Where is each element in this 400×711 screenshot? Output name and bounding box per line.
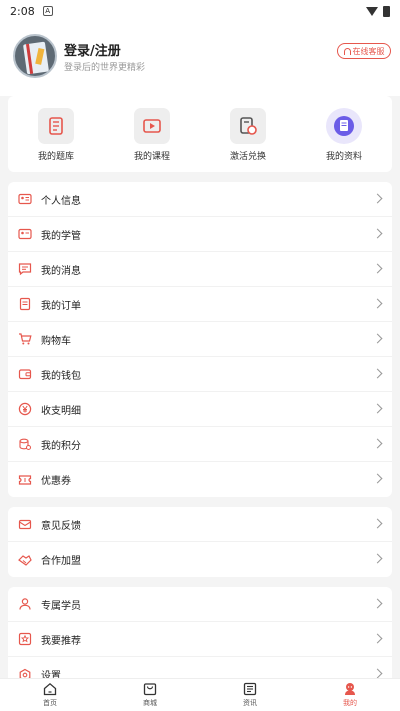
id-card-icon (18, 192, 32, 206)
cart-icon (18, 332, 32, 346)
advisor-card-icon (18, 227, 32, 241)
menu-item-label: 我的积分 (41, 440, 81, 452)
menu-item-advisor[interactable]: 我的学管 (8, 217, 392, 252)
status-bar: 2:08 A (0, 0, 400, 22)
menu-item-cart[interactable]: 购物车 (8, 322, 392, 357)
quick-item-redeem[interactable]: 激活兑换 (212, 108, 284, 162)
shop-bag-icon (143, 682, 157, 696)
menu-item-label: 设置 (41, 671, 61, 678)
menu-item-transactions[interactable]: 收支明细 (8, 392, 392, 427)
bottom-tab-bar: 首页 商城 资讯 我的 (0, 678, 400, 711)
menu-item-exclusive-students[interactable]: 专属学员 (8, 587, 392, 622)
document-icon (326, 108, 362, 144)
tab-label: 我的 (343, 699, 357, 707)
menu-item-label: 购物车 (41, 335, 71, 347)
news-icon (243, 682, 257, 696)
wifi-icon (366, 6, 378, 16)
notification-icon: A (42, 6, 53, 16)
status-time: 2:08 (10, 4, 35, 18)
points-icon (18, 437, 32, 451)
chevron-right-icon (372, 298, 383, 309)
course-play-icon (134, 108, 170, 144)
menu-item-messages[interactable]: 我的消息 (8, 252, 392, 287)
quick-item-label: 我的课程 (133, 152, 170, 162)
menu-item-label: 专属学员 (41, 600, 81, 612)
chevron-right-icon (372, 518, 383, 529)
tab-shop[interactable]: 商城 (100, 679, 200, 711)
menu-item-personal-info[interactable]: 个人信息 (8, 182, 392, 217)
order-icon (18, 297, 32, 311)
chevron-right-icon (372, 668, 383, 678)
quick-item-label: 激活兑换 (229, 152, 266, 162)
menu-item-label: 个人信息 (41, 195, 81, 207)
tab-news[interactable]: 资讯 (200, 679, 300, 711)
menu-item-label: 我的学管 (41, 230, 81, 242)
quick-item-question-bank[interactable]: 我的题库 (20, 108, 92, 162)
login-register-link[interactable]: 登录/注册 (64, 40, 121, 59)
tab-label: 资讯 (243, 699, 257, 707)
menu-item-wallet[interactable]: 我的钱包 (8, 357, 392, 392)
wallet-icon (18, 367, 32, 381)
chevron-right-icon (372, 333, 383, 344)
menu-item-partnership[interactable]: 合作加盟 (8, 542, 392, 577)
login-subtitle: 登录后的世界更精彩 (64, 63, 146, 73)
online-service-label: 在线客服 (352, 46, 385, 56)
redeem-icon (230, 108, 266, 144)
menu-item-settings[interactable]: 设置 (8, 657, 392, 678)
menu-group-community: 专属学员 我要推荐 设置 (8, 587, 392, 678)
menu-item-orders[interactable]: 我的订单 (8, 287, 392, 322)
chevron-right-icon (372, 598, 383, 609)
recommend-icon (18, 632, 32, 646)
quick-item-materials[interactable]: 我的资料 (308, 108, 380, 162)
chevron-right-icon (372, 368, 383, 379)
quick-item-course[interactable]: 我的课程 (116, 108, 188, 162)
menu-item-label: 我的消息 (41, 265, 81, 277)
menu-item-label: 我的订单 (41, 300, 81, 312)
chevron-right-icon (372, 228, 383, 239)
tab-profile[interactable]: 我的 (300, 679, 400, 711)
quick-actions: 我的题库 我的课程 激活兑换 我的资料 (8, 96, 392, 172)
menu-item-label: 优惠券 (41, 476, 71, 487)
profile-header: 登录/注册 登录后的世界更精彩 在线客服 (0, 22, 400, 96)
menu-item-label: 意见反馈 (41, 520, 81, 532)
menu-group-account: 个人信息 我的学管 我的消息 我的订单 购物车 我的钱包 收支明细 我的积分 优 (8, 182, 392, 497)
menu-item-coupons[interactable]: 优惠券 (8, 462, 392, 497)
home-icon (43, 682, 57, 696)
menu-item-recommend[interactable]: 我要推荐 (8, 622, 392, 657)
partnership-icon (18, 553, 32, 567)
menu-item-label: 收支明细 (41, 405, 81, 417)
status-indicators (366, 5, 390, 17)
yen-icon (18, 402, 32, 416)
question-bank-icon (38, 108, 74, 144)
chevron-right-icon (372, 553, 383, 564)
chevron-right-icon (372, 633, 383, 644)
avatar[interactable] (13, 34, 57, 78)
menu-group-feedback: 意见反馈 合作加盟 (8, 507, 392, 577)
chevron-right-icon (372, 263, 383, 274)
menu-item-feedback[interactable]: 意见反馈 (8, 507, 392, 542)
coupon-icon (18, 473, 32, 487)
settings-icon (18, 668, 32, 678)
student-icon (18, 597, 32, 611)
headset-icon (343, 47, 351, 55)
menu-item-label: 合作加盟 (41, 556, 81, 567)
online-service-button[interactable]: 在线客服 (337, 43, 391, 59)
menu-item-label: 我要推荐 (41, 635, 81, 647)
tab-home[interactable]: 首页 (0, 679, 100, 711)
chevron-right-icon (372, 438, 383, 449)
quick-item-label: 我的题库 (37, 152, 74, 162)
tab-label: 首页 (43, 699, 57, 707)
menu-item-points[interactable]: 我的积分 (8, 427, 392, 462)
chevron-right-icon (372, 403, 383, 414)
battery-icon (383, 5, 390, 17)
quick-item-label: 我的资料 (325, 152, 362, 162)
profile-icon (343, 682, 357, 696)
menu-item-label: 我的钱包 (41, 370, 81, 382)
feedback-icon (18, 517, 32, 531)
tab-label: 商城 (143, 699, 157, 707)
chevron-right-icon (372, 193, 383, 204)
chevron-right-icon (372, 473, 383, 484)
message-icon (18, 262, 32, 276)
